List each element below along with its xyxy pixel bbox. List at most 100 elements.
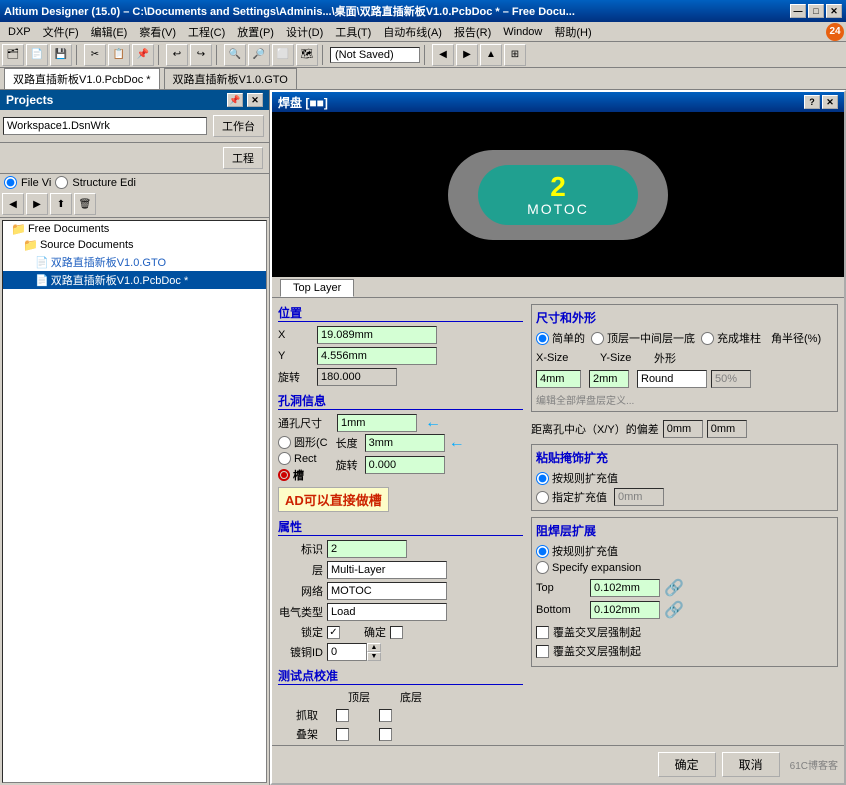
dialog-close-button[interactable]: ✕ — [822, 95, 838, 109]
sidebar-toolbar-btn4[interactable]: 🗑 — [74, 193, 96, 215]
simple-label[interactable]: 简单的 — [552, 330, 585, 346]
grab-bottom-checkbox[interactable] — [379, 709, 392, 722]
full-stack-label[interactable]: 充成堆柱 — [717, 330, 761, 346]
copper-id-down[interactable]: ▼ — [367, 652, 381, 661]
workspace-button[interactable]: 工作台 — [213, 115, 264, 137]
menu-project[interactable]: 工程(C) — [182, 22, 231, 42]
close-button[interactable]: ✕ — [826, 4, 842, 18]
hole-round-radio[interactable] — [278, 436, 291, 449]
solder-bottom-input[interactable] — [590, 601, 660, 619]
tree-item-pcbdoc[interactable]: 📄 双路直插新板V1.0.PcbDoc * — [3, 271, 266, 289]
solder-specify-label[interactable]: Specify expansion — [552, 562, 641, 574]
paste-specify-option[interactable]: 指定扩充值 — [536, 488, 833, 506]
menu-file[interactable]: 文件(F) — [37, 22, 85, 42]
toolbar-btn-9[interactable]: 🔍 — [224, 44, 246, 66]
full-stack-option[interactable]: 充成堆柱 — [701, 330, 761, 346]
menu-design[interactable]: 设计(D) — [280, 22, 329, 42]
lock-checkbox[interactable] — [327, 626, 340, 639]
toolbar-btn-2[interactable]: 📄 — [26, 44, 48, 66]
position-x-input[interactable] — [317, 326, 437, 344]
sidebar-pin-button[interactable]: 📌 — [227, 93, 243, 107]
hole-slot-label[interactable]: 槽 — [293, 467, 304, 483]
hole-slot-option[interactable]: 槽 — [278, 467, 328, 483]
paste-specify-input[interactable] — [614, 488, 664, 506]
confirm-checkbox[interactable] — [390, 626, 403, 639]
solder-specify-radio[interactable] — [536, 561, 549, 574]
sidebar-toolbar-btn2[interactable]: ▶ — [26, 193, 48, 215]
hole-size-input[interactable] — [337, 414, 417, 432]
toolbar-btn-nav3[interactable]: ▲ — [480, 44, 502, 66]
simple-option[interactable]: 简单的 — [536, 330, 585, 346]
menu-report[interactable]: 报告(R) — [448, 22, 497, 42]
paste-by-rule-label[interactable]: 按规则扩充值 — [552, 470, 618, 486]
paste-specify-label[interactable]: 指定扩充值 — [552, 489, 607, 505]
toolbar-btn-6[interactable]: 📌 — [132, 44, 154, 66]
simple-radio[interactable] — [536, 332, 549, 345]
toolbar-btn-12[interactable]: 🗺 — [296, 44, 318, 66]
sidebar-toolbar-btn3[interactable]: ⬆ — [50, 193, 72, 215]
menu-edit[interactable]: 编辑(E) — [85, 22, 134, 42]
hole-offset-y-input[interactable] — [707, 420, 747, 438]
cancel-button[interactable]: 取消 — [722, 752, 780, 777]
prop-id-input[interactable] — [327, 540, 407, 558]
solder-check2[interactable] — [536, 645, 549, 658]
y-size-input[interactable] — [589, 370, 629, 388]
layer-tab-top[interactable]: Top Layer — [280, 279, 354, 297]
solder-specify-option[interactable]: Specify expansion — [536, 561, 833, 574]
electrical-select[interactable]: Load — [327, 603, 447, 621]
grab-top-checkbox[interactable] — [336, 709, 349, 722]
dialog-help-button[interactable]: ? — [804, 95, 820, 109]
hole-round-label[interactable]: 圆形(C — [294, 434, 328, 450]
menu-place[interactable]: 放置(P) — [231, 22, 280, 42]
copper-id-up[interactable]: ▲ — [367, 643, 381, 652]
angle-input[interactable] — [711, 370, 751, 388]
edit-pad-layers-link[interactable]: 编辑全部焊盘层定义... — [536, 396, 634, 407]
sidebar-toolbar-btn1[interactable]: ◀ — [2, 193, 24, 215]
hole-rect-option[interactable]: Rect — [278, 452, 328, 465]
layer-select[interactable]: Multi-Layer — [327, 561, 447, 579]
top-middle-option[interactable]: 顶层一中间层一底 — [591, 330, 695, 346]
hole-length-input[interactable] — [365, 434, 445, 452]
stack-top-checkbox[interactable] — [336, 728, 349, 741]
paste-by-rule-option[interactable]: 按规则扩充值 — [536, 470, 833, 486]
menu-view[interactable]: 察看(V) — [133, 22, 182, 42]
toolbar-btn-8[interactable]: ↪ — [190, 44, 212, 66]
hole-rect-radio[interactable] — [278, 452, 291, 465]
tab-gto[interactable]: 双路直插新板V1.0.GTO — [164, 68, 297, 89]
structure-view-label[interactable]: Structure Edi — [72, 177, 136, 189]
menu-tools[interactable]: 工具(T) — [329, 22, 377, 42]
shape-select[interactable]: Round — [637, 370, 707, 388]
toolbar-btn-nav2[interactable]: ▶ — [456, 44, 478, 66]
hole-offset-x-input[interactable] — [663, 420, 703, 438]
toolbar-btn-5[interactable]: 📋 — [108, 44, 130, 66]
position-rot-input[interactable] — [317, 368, 397, 386]
toolbar-btn-11[interactable]: ⬜ — [272, 44, 294, 66]
menu-help[interactable]: 帮助(H) — [548, 22, 597, 42]
toolbar-btn-10[interactable]: 🔎 — [248, 44, 270, 66]
tab-pcbdoc[interactable]: 双路直插新板V1.0.PcbDoc * — [4, 68, 160, 89]
copper-id-input[interactable] — [327, 643, 367, 661]
workspace-select[interactable]: Workspace1.DsnWrk — [3, 117, 207, 135]
maximize-button[interactable]: □ — [808, 4, 824, 18]
net-select[interactable]: MOTOC — [327, 582, 447, 600]
toolbar-btn-7[interactable]: ↩ — [166, 44, 188, 66]
position-y-input[interactable] — [317, 347, 437, 365]
toolbar-btn-3[interactable]: 💾 — [50, 44, 72, 66]
menu-autoroute[interactable]: 自动布线(A) — [377, 22, 448, 42]
file-view-label[interactable]: File Vi — [21, 177, 51, 189]
toolbar-btn-nav4[interactable]: ⊞ — [504, 44, 526, 66]
x-size-input[interactable] — [536, 370, 581, 388]
paste-by-rule-radio[interactable] — [536, 472, 549, 485]
solder-by-rule-radio[interactable] — [536, 545, 549, 558]
toolbar-btn-4[interactable]: ✂ — [84, 44, 106, 66]
full-stack-radio[interactable] — [701, 332, 714, 345]
tree-item-gto[interactable]: 📄 双路直插新板V1.0.GTO — [3, 253, 266, 271]
file-view-radio[interactable] — [4, 176, 17, 189]
toolbar-btn-nav1[interactable]: ◀ — [432, 44, 454, 66]
solder-top-input[interactable] — [590, 579, 660, 597]
structure-view-radio[interactable] — [55, 176, 68, 189]
tree-item-source-docs[interactable]: 📁 Source Documents — [3, 237, 266, 253]
tree-item-free-docs[interactable]: 📁 Free Documents — [3, 221, 266, 237]
top-middle-label[interactable]: 顶层一中间层一底 — [607, 330, 695, 346]
menu-window[interactable]: Window — [497, 24, 548, 40]
